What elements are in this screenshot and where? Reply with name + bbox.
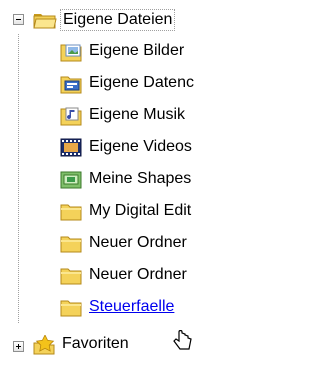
folder-icon (60, 236, 82, 253)
my-videos-icon (60, 138, 82, 157)
tree-item-label[interactable]: Meine Shapes (87, 169, 193, 189)
star-icon (33, 335, 55, 355)
tree-item-label[interactable]: Neuer Ordner (87, 233, 189, 253)
tree-item-label[interactable]: Eigene Dateien (60, 9, 176, 31)
tree-item-label[interactable]: Steuerfaelle (87, 297, 176, 317)
folder-icon (60, 204, 82, 221)
folder-tree: Eigene Dateien Eigene Bilder Eigene Date… (0, 0, 261, 378)
tree-item-steuerfaelle[interactable]: Steuerfaelle (0, 294, 261, 322)
tree-item-my-digital-edit[interactable]: My Digital Edit (0, 198, 261, 226)
tree-item-label[interactable]: Eigene Bilder (87, 41, 186, 61)
collapse-icon[interactable] (13, 14, 24, 25)
tree-item-label[interactable]: My Digital Edit (87, 201, 193, 221)
folder-icon (60, 268, 82, 285)
tree-item-eigene-datenc[interactable]: Eigene Datenc (0, 70, 261, 98)
folder-icon (60, 300, 82, 317)
tree-item-eigene-bilder[interactable]: Eigene Bilder (0, 38, 261, 66)
tree-item-favoriten[interactable]: Favoriten (0, 330, 261, 358)
tree-item-label[interactable]: Neuer Ordner (87, 265, 189, 285)
tree-item-meine-shapes[interactable]: Meine Shapes (0, 166, 261, 194)
tree-item-label[interactable]: Eigene Datenc (87, 73, 196, 93)
tree-item-label[interactable]: Eigene Musik (87, 105, 187, 125)
mouse-pointer-icon (173, 330, 192, 350)
tree-item-eigene-videos[interactable]: Eigene Videos (0, 134, 261, 162)
my-data-sources-icon (60, 76, 82, 94)
my-pictures-icon (60, 44, 82, 62)
tree-item-neuer-ordner[interactable]: Neuer Ordner (0, 230, 261, 258)
tree-item-label[interactable]: Favoriten (60, 334, 131, 354)
tree-item-label[interactable]: Eigene Videos (87, 137, 194, 157)
my-shapes-icon (60, 171, 82, 189)
expand-icon[interactable] (13, 341, 24, 352)
tree-item-eigene-musik[interactable]: Eigene Musik (0, 102, 261, 130)
my-music-icon (60, 107, 82, 126)
folder-open-icon (33, 14, 57, 29)
tree-item-neuer-ordner[interactable]: Neuer Ordner (0, 262, 261, 290)
tree-item-eigene-dateien[interactable]: Eigene Dateien (0, 6, 261, 34)
